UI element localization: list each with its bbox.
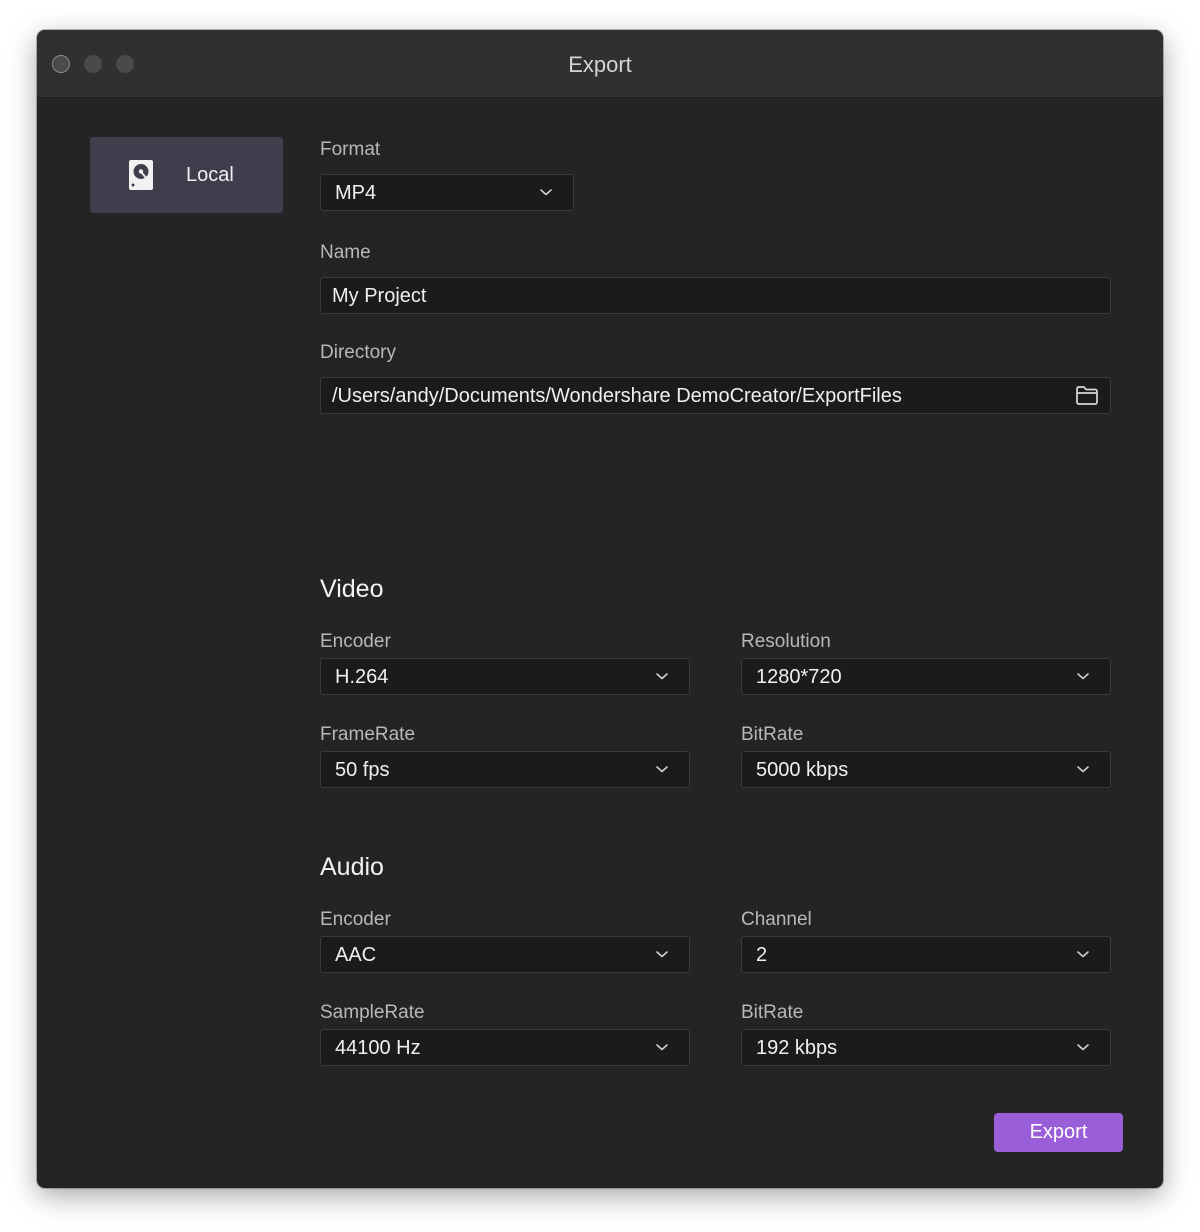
directory-input[interactable]: /Users/andy/Documents/Wondershare DemoCr… (320, 377, 1111, 414)
chevron-down-icon (1077, 1044, 1089, 1051)
chevron-down-icon (656, 1044, 668, 1051)
folder-icon[interactable] (1075, 385, 1099, 406)
format-value: MP4 (335, 182, 377, 204)
audio-heading: Audio (320, 853, 384, 881)
chevron-down-icon (540, 189, 552, 196)
framerate-select[interactable]: 50 fps (320, 751, 690, 788)
audio-encoder-value: AAC (335, 944, 377, 966)
hard-drive-icon (129, 160, 153, 190)
chevron-down-icon (656, 766, 668, 773)
chevron-down-icon (1077, 951, 1089, 958)
samplerate-value: 44100 Hz (335, 1037, 421, 1059)
chevron-down-icon (656, 673, 668, 680)
video-encoder-label: Encoder (320, 631, 391, 652)
audio-bitrate-select[interactable]: 192 kbps (741, 1029, 1111, 1066)
video-encoder-select[interactable]: H.264 (320, 658, 690, 695)
resolution-select[interactable]: 1280*720 (741, 658, 1111, 695)
directory-label: Directory (320, 342, 397, 363)
audio-encoder-label: Encoder (320, 909, 391, 930)
format-label: Format (320, 139, 381, 160)
export-button[interactable]: Export (994, 1113, 1123, 1152)
framerate-label: FrameRate (320, 724, 416, 745)
directory-value: /Users/andy/Documents/Wondershare DemoCr… (332, 385, 902, 407)
name-value: My Project (332, 285, 427, 307)
channel-label: Channel (741, 909, 812, 930)
sidebar-item-local[interactable]: Local (90, 137, 283, 213)
samplerate-select[interactable]: 44100 Hz (320, 1029, 690, 1066)
channel-select[interactable]: 2 (741, 936, 1111, 973)
video-encoder-value: H.264 (335, 666, 389, 688)
window-title: Export (568, 52, 632, 77)
name-label: Name (320, 242, 371, 263)
video-bitrate-value: 5000 kbps (756, 759, 849, 781)
sidebar-item-label: Local (186, 164, 234, 186)
chevron-down-icon (1077, 673, 1089, 680)
chevron-down-icon (1077, 766, 1089, 773)
audio-bitrate-label: BitRate (741, 1002, 804, 1023)
chevron-down-icon (656, 951, 668, 958)
export-window: Export Local Format MP4 Name My Project … (37, 30, 1163, 1188)
resolution-label: Resolution (741, 631, 831, 652)
framerate-value: 50 fps (335, 759, 390, 781)
resolution-value: 1280*720 (756, 666, 842, 688)
channel-value: 2 (756, 944, 768, 966)
audio-bitrate-value: 192 kbps (756, 1037, 838, 1059)
samplerate-label: SampleRate (320, 1002, 425, 1023)
audio-encoder-select[interactable]: AAC (320, 936, 690, 973)
video-heading: Video (320, 575, 384, 603)
format-select[interactable]: MP4 (320, 174, 574, 211)
video-bitrate-label: BitRate (741, 724, 804, 745)
video-bitrate-select[interactable]: 5000 kbps (741, 751, 1111, 788)
title-bar: Export (37, 30, 1163, 98)
name-input[interactable]: My Project (320, 277, 1111, 314)
